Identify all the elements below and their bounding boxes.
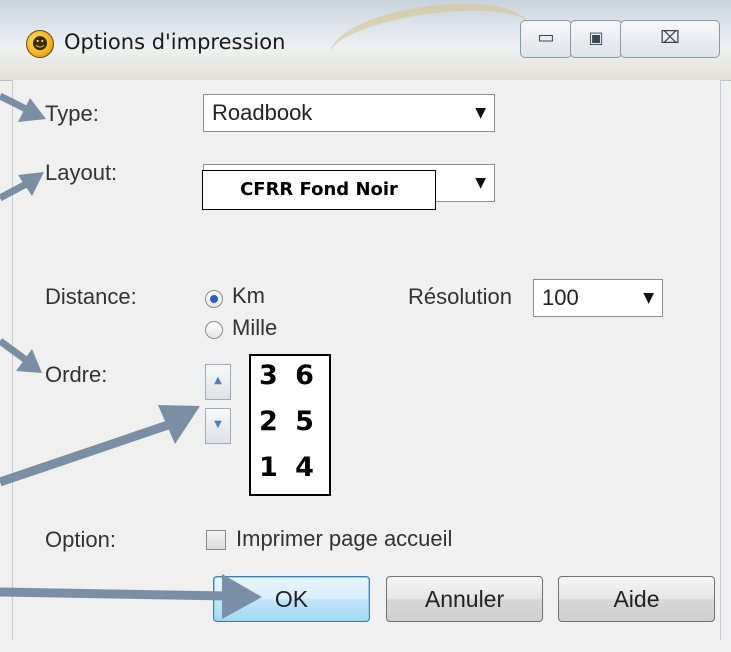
mille-radio[interactable] xyxy=(205,321,223,339)
close-button[interactable]: ⌧ xyxy=(620,20,720,58)
chevron-down-icon: ▼ xyxy=(475,175,486,191)
maximize-icon: ▣ xyxy=(588,28,604,47)
window-title: Options d'impression xyxy=(64,30,286,54)
chevron-down-icon: ▼ xyxy=(475,105,486,121)
km-radio[interactable] xyxy=(205,290,223,308)
spin-down-button[interactable]: ▼ xyxy=(205,408,231,444)
option-label: Option: xyxy=(45,527,116,552)
type-select[interactable]: Roadbook ▼ xyxy=(203,94,495,132)
mille-radio-label[interactable]: Mille xyxy=(232,315,277,341)
distance-label: Distance: xyxy=(45,284,137,309)
help-button[interactable]: Aide xyxy=(558,576,715,622)
resolution-value: 100 xyxy=(542,285,579,310)
type-value: Roadbook xyxy=(212,100,313,125)
order-grid: 3 6 2 5 1 4 xyxy=(249,354,331,496)
cancel-button[interactable]: Annuler xyxy=(386,576,543,622)
title-bar[interactable]: ☻ Options d'impression ▭ ▣ ⌧ xyxy=(0,0,731,88)
layout-label: Layout: xyxy=(45,160,118,185)
spin-up-icon: ▲ xyxy=(214,375,222,386)
layout-value: CFRR Fond Noir xyxy=(202,170,436,210)
resolution-label: Résolution xyxy=(408,284,512,309)
order-row: 2 5 xyxy=(259,406,318,437)
order-row: 1 4 xyxy=(259,452,318,483)
ok-button[interactable]: OK xyxy=(213,576,370,622)
minimize-icon: ▭ xyxy=(537,27,555,48)
home-page-checkbox-label[interactable]: Imprimer page accueil xyxy=(236,526,452,552)
type-label: Type: xyxy=(45,101,99,126)
close-icon: ⌧ xyxy=(660,28,680,48)
home-page-checkbox[interactable] xyxy=(206,530,226,550)
titlebar-decoration xyxy=(326,0,534,88)
order-label: Ordre: xyxy=(45,362,108,387)
km-radio-label[interactable]: Km xyxy=(232,283,265,309)
spin-up-button[interactable]: ▲ xyxy=(205,364,231,400)
order-row: 3 6 xyxy=(259,360,318,391)
resolution-select[interactable]: 100 ▼ xyxy=(533,279,663,317)
spin-down-icon: ▼ xyxy=(214,419,222,430)
maximize-button[interactable]: ▣ xyxy=(570,20,622,58)
roadbook-app-icon: ☻ xyxy=(26,30,54,58)
chevron-down-icon: ▼ xyxy=(643,290,654,306)
minimize-button[interactable]: ▭ xyxy=(520,20,572,58)
